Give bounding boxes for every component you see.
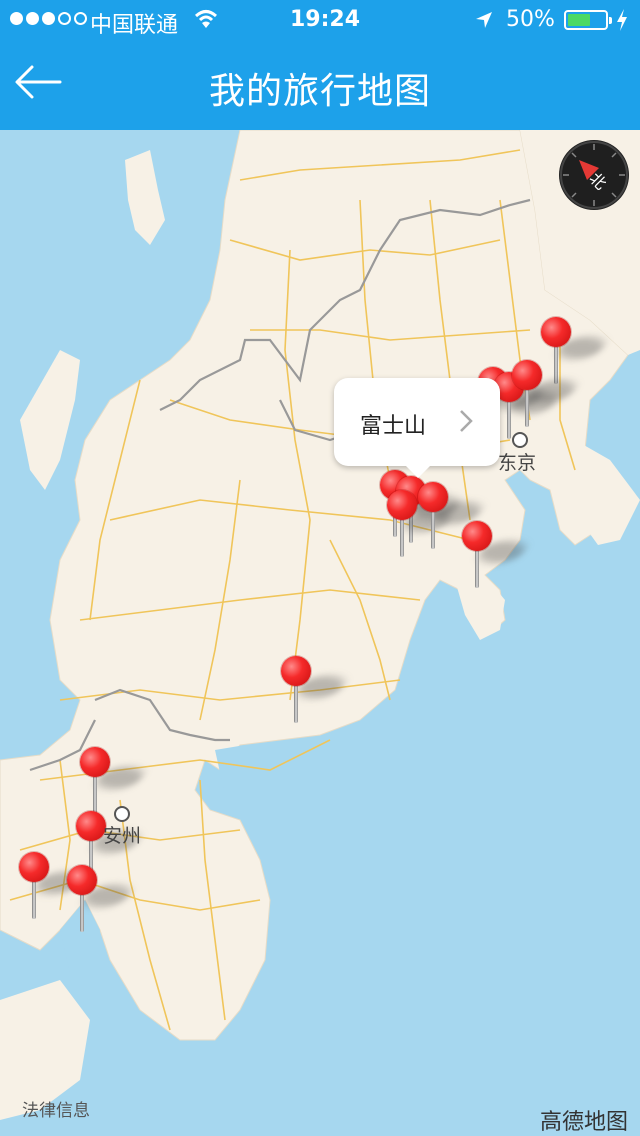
map-brand-logo: 高德地图 <box>540 1110 629 1135</box>
battery-percent: 50% <box>506 7 555 32</box>
map-view[interactable]: 东京 安州 <box>0 130 640 1136</box>
callout-label: 富士山 <box>360 414 427 439</box>
location-arrow-icon <box>476 12 492 28</box>
signal-dot <box>42 12 55 25</box>
chevron-right-icon <box>460 410 473 432</box>
anzhou-marker <box>114 806 130 822</box>
pin-callout[interactable]: 富士山 <box>334 378 500 478</box>
signal-dot <box>26 12 39 25</box>
city-label-anzhou: 安州 <box>103 825 142 847</box>
city-label-tokyo: 东京 <box>498 452 537 474</box>
compass-button[interactable]: 北 <box>559 140 629 210</box>
charging-bolt-icon <box>617 9 627 31</box>
top-bar: 中国联通 19:24 50% 我的旅行地图 <box>0 0 640 130</box>
map-canvas <box>0 130 640 1136</box>
signal-strength <box>10 12 87 25</box>
signal-dot <box>74 12 87 25</box>
battery-nub <box>609 17 612 24</box>
signal-dot <box>58 12 71 25</box>
status-bar: 中国联通 19:24 50% <box>0 0 640 40</box>
battery-icon <box>564 10 612 30</box>
legal-info-link[interactable]: 法律信息 <box>22 1096 90 1121</box>
battery-fill <box>568 14 590 26</box>
page-title: 我的旅行地图 <box>208 71 431 112</box>
signal-dot <box>10 12 23 25</box>
carrier-name: 中国联通 <box>90 13 179 38</box>
wifi-icon <box>194 10 218 28</box>
tokyo-marker <box>512 432 528 448</box>
clock: 19:24 <box>290 7 361 32</box>
